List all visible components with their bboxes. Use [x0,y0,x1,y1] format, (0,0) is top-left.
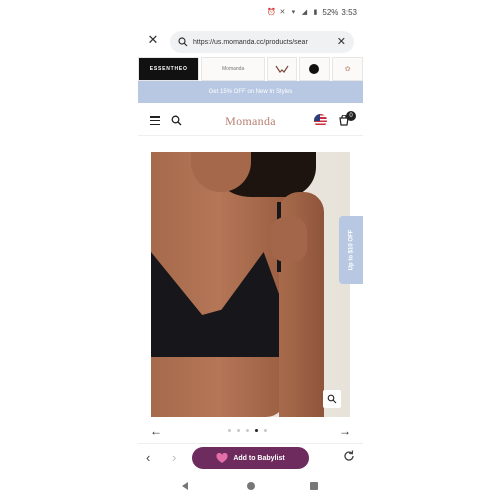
nav-home-icon[interactable] [247,482,255,490]
discount-side-tab[interactable]: Up to $10 OFF [339,216,363,284]
status-bar: ⏰ ✕ ▾ ◢ ▮ 52% 3:53 [138,4,363,20]
nav-back-icon[interactable] [182,482,188,490]
brand-tile-momanda[interactable]: Momanda [201,57,265,81]
brand-tile-more[interactable]: ✿ [332,57,363,81]
carousel-dots [228,429,267,432]
brand-tile-logo[interactable] [298,57,331,81]
search-icon [178,37,188,47]
wifi-icon: ▾ [291,9,296,16]
system-nav-bar [138,478,363,498]
promo-banner[interactable]: Get 15% OFF on New In Styles [138,81,363,103]
signal-icon: ◢ [301,9,308,16]
phone-screen: ⏰ ✕ ▾ ◢ ▮ 52% 3:53 ✕ https://us.momanda.… [138,0,363,500]
carousel-dot[interactable] [237,429,240,432]
reload-icon[interactable] [342,449,356,463]
bra-icon [275,65,289,73]
product-thumb-icon: ✿ [344,66,351,73]
site-logo[interactable]: Momanda [138,114,363,129]
us-flag-icon[interactable] [314,114,327,127]
brand-tile-essentheo[interactable]: ESSENTHEO [138,57,200,81]
battery-icon: ▮ [313,9,318,16]
browser-bottom-toolbar: ‹ › Add to Babylist [138,443,363,473]
site-header: Momanda 0 [138,106,363,136]
browser-url-row: ✕ https://us.momanda.cc/products/sear ✕ [138,30,363,53]
product-image[interactable] [151,152,350,417]
cart-count-badge: 0 [346,111,356,121]
arrow-left-icon[interactable]: ← [150,424,162,438]
zoom-icon[interactable] [323,390,341,408]
model-hand [271,217,307,262]
alarm-icon: ⏰ [267,9,276,16]
clock: 3:53 [341,7,357,17]
arrow-right-icon[interactable]: → [339,424,351,438]
nav-recents-icon[interactable] [310,482,318,490]
back-chevron-icon[interactable]: ‹ [146,450,150,465]
carousel-dot[interactable] [246,429,249,432]
clear-icon[interactable]: ✕ [337,35,346,48]
forward-chevron-icon[interactable]: › [172,450,176,465]
carousel-dot[interactable] [264,429,267,432]
battery-percent: 52% [322,7,339,17]
add-to-babylist-button[interactable]: Add to Babylist [192,447,309,469]
brand-tile-bra[interactable] [266,57,297,81]
url-text: https://us.momanda.cc/products/sear [193,38,308,46]
add-to-babylist-label: Add to Babylist [233,454,285,462]
close-icon[interactable]: ✕ [146,33,160,47]
carousel-nav: ← → [138,424,363,438]
brand-logo-icon [309,64,320,74]
url-bar[interactable]: https://us.momanda.cc/products/sear ✕ [170,31,354,53]
carousel-dot-active[interactable] [255,429,258,432]
carousel-dot[interactable] [228,429,231,432]
brand-strip: ESSENTHEO Momanda ✿ [138,57,363,81]
heart-icon [216,452,228,463]
mute-icon: ✕ [279,9,286,16]
discount-side-tab-label: Up to $10 OFF [348,229,355,271]
